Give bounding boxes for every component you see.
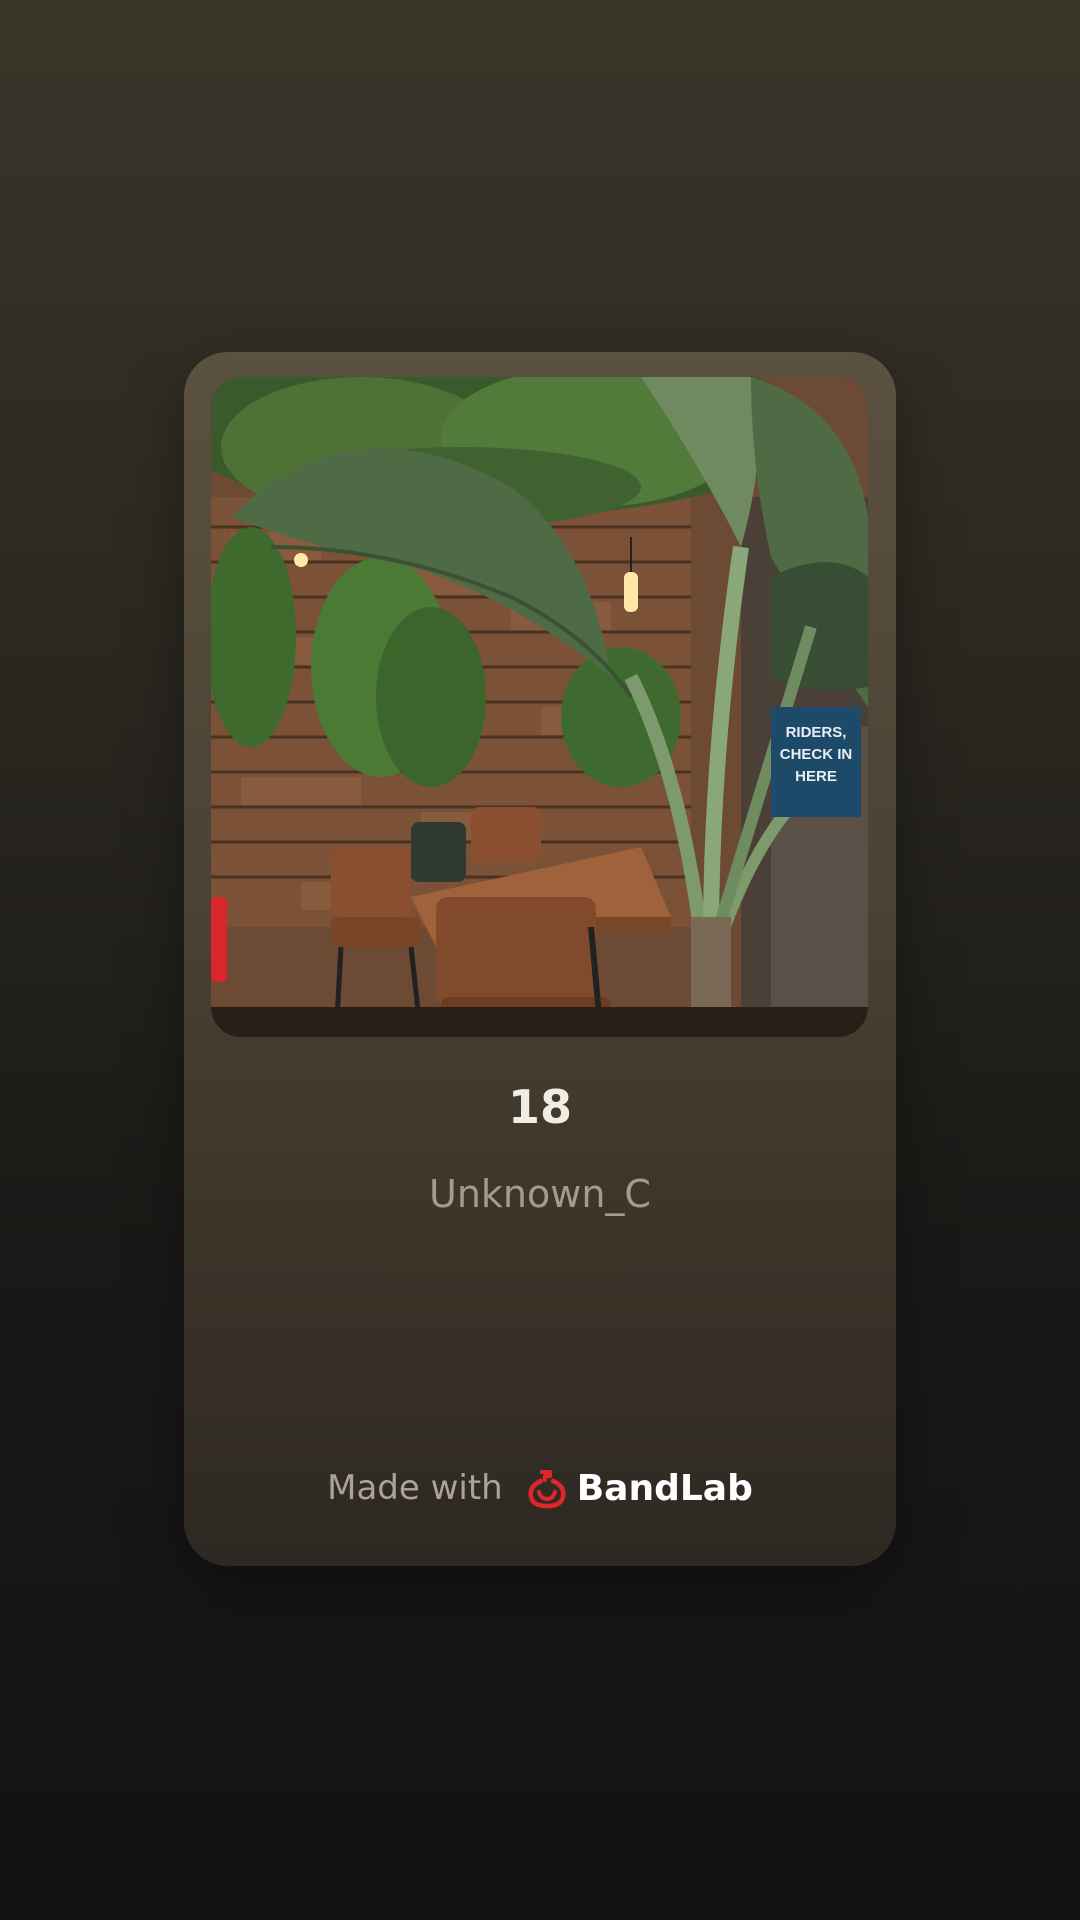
album-cover: RIDERS, CHECK IN HERE (211, 377, 868, 1037)
made-with-footer: Made with BandLab (184, 1466, 896, 1510)
share-card: RIDERS, CHECK IN HERE 18 Unknown_C Made … (184, 352, 896, 1566)
made-with-label: Made with (327, 1468, 503, 1508)
bandlab-brand[interactable]: BandLab (525, 1466, 753, 1510)
bandlab-logo-icon (528, 1470, 566, 1509)
cover-image: RIDERS, CHECK IN HERE (211, 377, 868, 1037)
sign-line2: CHECK IN (780, 746, 853, 763)
brand-name: BandLab (576, 1467, 753, 1509)
sign-line1: RIDERS, (786, 724, 847, 741)
track-title: 18 (507, 1080, 572, 1134)
artist-name: Unknown_C (429, 1172, 651, 1216)
sign-line3: HERE (795, 768, 837, 785)
